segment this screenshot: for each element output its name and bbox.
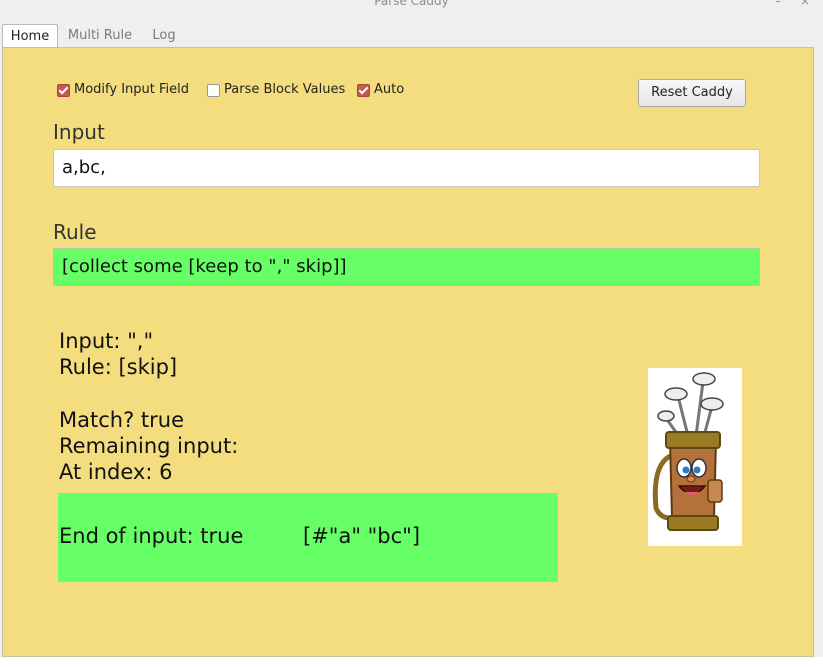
result-value: [#"a" "bc"] [303, 524, 421, 548]
modify-input-field-label: Modify Input Field [74, 82, 190, 97]
home-panel: Modify Input Field Parse Block Values Au… [2, 47, 814, 657]
parse-block-values-label: Parse Block Values [224, 82, 346, 97]
status-match: Match? true [59, 408, 184, 432]
status-remaining-input: Remaining input: [59, 434, 239, 458]
rule-field[interactable]: [collect some [keep to "," skip]] [53, 248, 760, 286]
rule-heading: Rule [53, 220, 97, 244]
tab-log[interactable]: Log [144, 24, 184, 47]
input-heading: Input [53, 120, 105, 144]
result-panel: End of input: true [#"a" "bc"] [58, 493, 558, 582]
tab-multi-rule[interactable]: Multi Rule [62, 24, 138, 47]
input-field[interactable]: a,bc, [53, 149, 760, 187]
status-input: Input: "," [59, 329, 154, 353]
checkbox-checked-icon[interactable] [57, 84, 70, 97]
checkbox-checked-icon[interactable] [357, 84, 370, 97]
close-icon[interactable]: × [800, 0, 810, 8]
status-index: At index: 6 [59, 460, 173, 484]
reset-caddy-button[interactable]: Reset Caddy [638, 79, 746, 107]
auto-label: Auto [374, 82, 405, 97]
minimize-icon[interactable]: – [775, 0, 781, 8]
tab-home[interactable]: Home [2, 24, 58, 48]
status-rule: Rule: [skip] [59, 355, 178, 379]
status-bar [0, 657, 823, 669]
window-titlebar: Parse Caddy – × [0, 0, 823, 10]
end-of-input-label: End of input: true [59, 524, 244, 548]
window-title: Parse Caddy [374, 0, 449, 8]
golf-bag-mascot-icon [648, 368, 742, 546]
checkbox-unchecked-icon[interactable] [207, 84, 220, 97]
